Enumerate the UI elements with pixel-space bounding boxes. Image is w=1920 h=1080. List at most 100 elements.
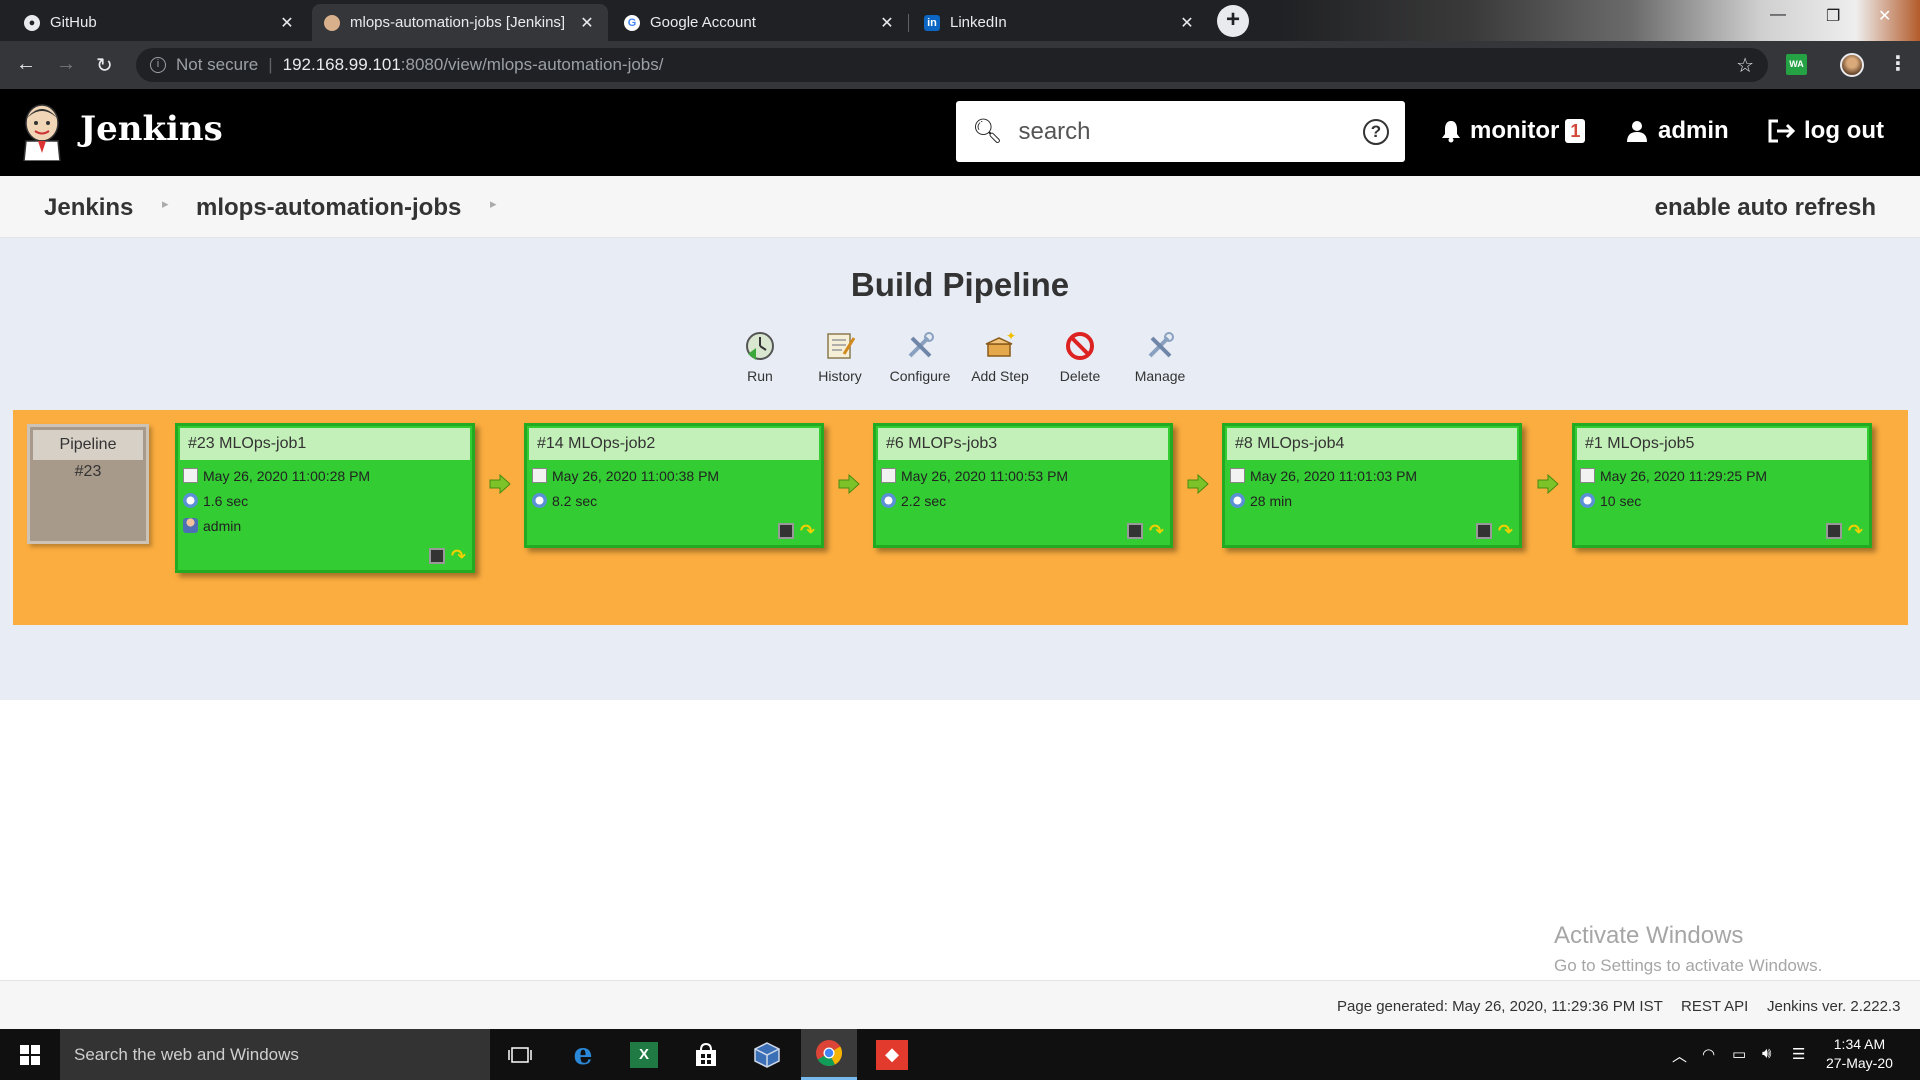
tab-google-account[interactable]: G Google Account ✕ [612, 4, 908, 41]
job-title[interactable]: #23 MLOps-job1 [180, 428, 470, 460]
console-icon[interactable] [1126, 523, 1143, 539]
site-info-icon[interactable]: i [150, 57, 166, 73]
user-icon [183, 518, 198, 533]
rerun-icon[interactable]: ↷ [1149, 522, 1164, 540]
user-icon [1627, 121, 1647, 142]
job-date: May 26, 2020 11:01:03 PM [1250, 467, 1418, 484]
pipeline-job-card[interactable]: #14 MLOps-job2 May 26, 2020 11:00:38 PM … [524, 423, 824, 548]
jenkins-logo-icon[interactable] [20, 103, 64, 161]
pipeline-job-card[interactable]: #1 MLOps-job5 May 26, 2020 11:29:25 PM 1… [1572, 423, 1872, 548]
user-link[interactable]: admin [1626, 117, 1729, 145]
add-step-button[interactable]: ✦ Add Step [971, 330, 1029, 384]
search-input[interactable] [1018, 117, 1363, 146]
help-icon[interactable]: ? [1363, 118, 1389, 145]
battery-icon[interactable]: ▭ [1732, 1045, 1746, 1063]
job-title[interactable]: #6 MLOPs-job3 [878, 428, 1168, 460]
start-button[interactable] [0, 1029, 60, 1080]
excel-icon[interactable]: X [616, 1029, 672, 1080]
store-icon[interactable] [678, 1029, 734, 1080]
activate-windows-watermark: Activate Windows Go to Settings to activ… [1554, 922, 1823, 975]
pipeline-head[interactable]: Pipeline #23 [27, 424, 149, 544]
clock-icon [532, 493, 547, 508]
delete-button[interactable]: Delete [1051, 330, 1109, 384]
url-host: 192.168.99.101 [282, 55, 401, 74]
rest-api-link[interactable]: REST API [1681, 998, 1748, 1015]
manage-button[interactable]: Manage [1131, 330, 1189, 384]
pipeline-job-card[interactable]: #23 MLOps-job1 May 26, 2020 11:00:28 PM … [175, 423, 475, 573]
close-icon[interactable]: ✕ [1178, 13, 1196, 33]
configure-button[interactable]: Configure [890, 330, 950, 384]
monitor-link[interactable]: monitor 1 [1440, 117, 1586, 145]
job-title[interactable]: #1 MLOps-job5 [1577, 428, 1867, 460]
tab-github[interactable]: ● GitHub ✕ [12, 4, 308, 41]
tab-linkedin[interactable]: in LinkedIn ✕ [912, 4, 1208, 41]
bookmark-star-icon[interactable]: ☆ [1736, 53, 1754, 78]
rerun-icon[interactable]: ↷ [1498, 522, 1513, 540]
whatsapp-extension-icon[interactable]: WA [1786, 54, 1807, 75]
jenkins-title[interactable]: Jenkins [80, 109, 223, 149]
close-window-icon[interactable]: ✕ [1878, 6, 1891, 26]
add-step-icon: ✦ [985, 330, 1016, 357]
forward-icon[interactable]: → [56, 53, 76, 76]
job-title[interactable]: #8 MLOps-job4 [1227, 428, 1517, 460]
taskbar-search[interactable]: Search the web and Windows [60, 1029, 490, 1080]
github-icon: ● [24, 14, 40, 31]
browser-menu-icon[interactable]: ⋮ [1888, 51, 1908, 76]
pipeline-job-card[interactable]: #8 MLOps-job4 May 26, 2020 11:01:03 PM 2… [1222, 423, 1522, 548]
logout-icon [1768, 119, 1796, 143]
new-tab-button[interactable]: + [1217, 5, 1249, 37]
job-duration: 8.2 sec [552, 492, 598, 509]
volume-icon[interactable]: 🔊︎ [1762, 1045, 1771, 1062]
chrome-icon[interactable] [801, 1029, 857, 1080]
rerun-icon[interactable]: ↷ [1848, 522, 1863, 540]
back-icon[interactable]: ← [16, 53, 36, 76]
maximize-icon[interactable]: ❐ [1826, 6, 1840, 26]
profile-avatar[interactable] [1840, 53, 1864, 77]
breadcrumb-view[interactable]: mlops-automation-jobs [196, 194, 461, 222]
jenkins-header: Jenkins 🔍︎ ? monitor 1 admin log out [0, 89, 1920, 176]
logout-link[interactable]: log out [1768, 117, 1884, 145]
console-icon[interactable] [428, 548, 445, 564]
close-icon[interactable]: ✕ [878, 13, 896, 33]
close-icon[interactable]: ✕ [578, 13, 596, 33]
address-bar[interactable]: i Not secure | 192.168.99.101 :8080/view… [136, 48, 1768, 82]
breadcrumb-jenkins[interactable]: Jenkins [44, 194, 133, 222]
pipeline-head-number: #23 [74, 463, 102, 480]
jenkins-version-link[interactable]: Jenkins ver. 2.222.3 [1767, 998, 1900, 1015]
calendar-icon [532, 468, 547, 483]
enable-auto-refresh-link[interactable]: enable auto refresh [1655, 194, 1876, 222]
rerun-icon[interactable]: ↷ [451, 547, 466, 565]
virtualbox-icon[interactable] [739, 1029, 795, 1080]
page-title: Build Pipeline [850, 266, 1070, 303]
anydesk-icon[interactable]: ◆ [864, 1029, 920, 1080]
clock-icon [1580, 493, 1595, 508]
linkedin-icon: in [924, 14, 940, 31]
close-icon[interactable]: ✕ [278, 13, 296, 33]
reload-icon[interactable]: ↻ [96, 53, 113, 78]
console-icon[interactable] [1825, 523, 1842, 539]
minimize-icon[interactable]: — [1770, 6, 1786, 24]
search-icon: 🔍︎ [972, 118, 1003, 145]
console-icon[interactable] [777, 523, 794, 539]
wifi-icon[interactable]: ◠ [1702, 1045, 1715, 1063]
job-duration: 1.6 sec [203, 492, 249, 509]
edge-icon[interactable]: e [555, 1029, 611, 1080]
job-date: May 26, 2020 11:00:28 PM [203, 467, 371, 484]
run-button[interactable]: Run [731, 330, 789, 384]
notifications-icon[interactable]: ☰ [1792, 1045, 1805, 1063]
taskbar-clock[interactable]: 1:34 AM 27-May-20 [1826, 1035, 1893, 1073]
breadcrumb-separator-icon[interactable]: ▸ [162, 196, 169, 212]
history-button[interactable]: History [811, 330, 869, 384]
user-label: admin [1658, 117, 1729, 144]
tab-jenkins[interactable]: mlops-automation-jobs [Jenkins] ✕ [312, 4, 608, 41]
monitor-label: monitor [1470, 117, 1560, 144]
job-title[interactable]: #14 MLOps-job2 [529, 428, 819, 460]
pipeline-job-card[interactable]: #6 MLOPs-job3 May 26, 2020 11:00:53 PM 2… [873, 423, 1173, 548]
task-view-icon[interactable] [492, 1029, 548, 1080]
history-icon [827, 333, 856, 359]
show-hidden-icons[interactable]: ︿ [1672, 1045, 1687, 1066]
console-icon[interactable] [1475, 523, 1492, 539]
breadcrumb-separator-icon[interactable]: ▸ [490, 196, 497, 212]
svg-text:✦: ✦ [1006, 330, 1016, 343]
rerun-icon[interactable]: ↷ [800, 522, 815, 540]
